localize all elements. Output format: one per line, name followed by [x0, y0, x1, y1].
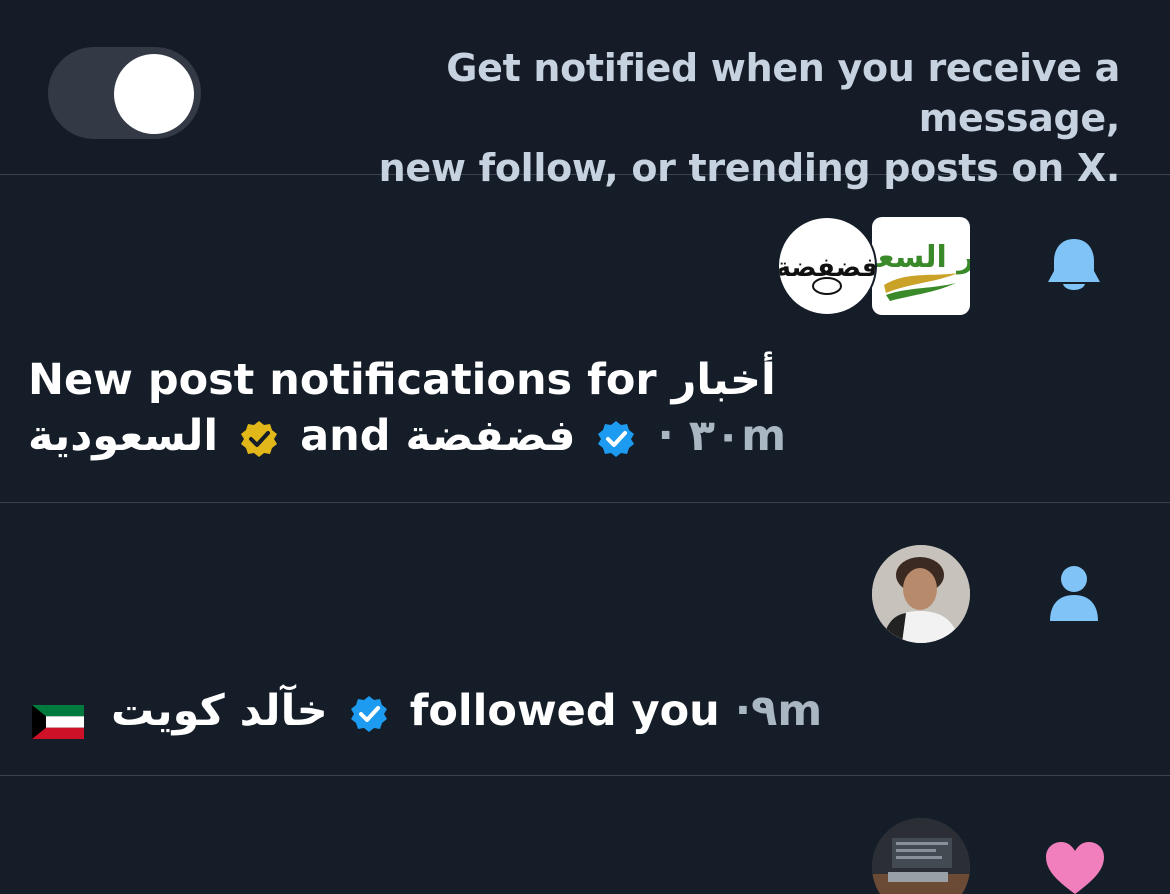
banner-line-1: Get notified when you receive a message, [446, 46, 1120, 140]
follower-name[interactable]: خآلد كويت [111, 686, 328, 736]
notification-text: خآلد كويت followed you ·٩m [32, 683, 822, 739]
new-posts-label: New post notifications for أخبار [28, 355, 776, 405]
notification-text: New post notifications for أخبار السعودي… [28, 352, 786, 464]
dot-separator: · [657, 411, 674, 461]
notification-line-1: New post notifications for أخبار [28, 352, 786, 408]
fadfada-logo: فضفضة [779, 253, 875, 295]
heart-icon [1046, 842, 1104, 894]
avatar-photo [872, 818, 970, 894]
toggle-knob [114, 54, 194, 134]
notification-settings-banner: Get notified when you receive a message,… [0, 0, 1170, 190]
akhbar-saudi-logo: أخبار السعودية [872, 237, 970, 301]
notification-item-follow[interactable]: خآلد كويت followed you ·٩m [0, 503, 1170, 776]
notification-item-new-posts[interactable]: أخبار السعودية فضفضة New post notificati… [0, 175, 1170, 503]
time-unit: m [741, 411, 787, 461]
avatar-khaled-kuwait[interactable] [872, 545, 970, 643]
avatar-liker[interactable] [872, 818, 970, 894]
blue-verified-icon [350, 695, 387, 732]
avatar-photo [872, 545, 970, 643]
blue-verified-icon [598, 420, 635, 457]
notifications-toggle[interactable] [48, 47, 201, 139]
notifications-page: Get notified when you receive a message,… [0, 0, 1170, 894]
follow-action: followed you [409, 686, 720, 736]
kuwait-flag-icon [32, 697, 84, 739]
person-icon [1050, 566, 1098, 621]
time-number: ٣٠ [688, 411, 742, 461]
time-ago: ٩m [751, 686, 823, 736]
account-name-fadfada[interactable]: فضفضة [406, 411, 576, 461]
account-name-saudi[interactable]: السعودية [28, 411, 218, 461]
notification-line-2: السعودية and ٣٠ · فضفضة m [28, 408, 786, 464]
avatar-akhbar-saudi[interactable]: أخبار السعودية [872, 217, 970, 315]
avatar-fadfada[interactable]: فضفضة [777, 216, 877, 316]
notification-item-like[interactable] [0, 776, 1170, 894]
and-label: and [300, 411, 391, 461]
gold-verified-icon [241, 420, 278, 457]
dot-separator: · [734, 686, 752, 736]
bell-icon [1048, 239, 1100, 290]
avatar-akhbar-logo-text: أخبار السعودية [872, 237, 970, 275]
banner-text: Get notified when you receive a message,… [240, 43, 1121, 193]
